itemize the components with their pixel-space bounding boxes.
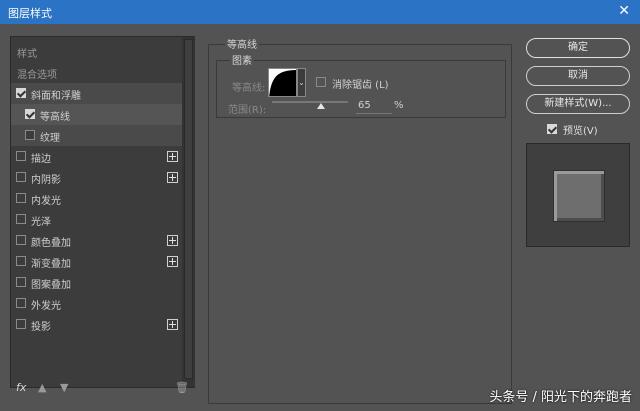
gradient-overlay-checkbox[interactable] <box>16 256 26 266</box>
title-bar: 图层样式 ✕ <box>0 0 640 24</box>
fx-icon[interactable]: fx <box>16 381 26 394</box>
sidebar-item-label: 颜色叠加 <box>31 238 71 249</box>
color-overlay-checkbox[interactable] <box>16 235 26 245</box>
trash-icon[interactable]: 🗑 <box>175 381 189 394</box>
sidebar-item-gradient-overlay[interactable]: 渐变叠加 <box>11 251 182 272</box>
sidebar-item-styles[interactable]: 样式 <box>11 41 182 62</box>
sidebar-item-label: 内发光 <box>31 196 61 207</box>
sidebar-item-contour[interactable]: 等高线 <box>11 104 182 125</box>
drop-shadow-checkbox[interactable] <box>16 319 26 329</box>
sidebar-item-label: 等高线 <box>40 112 70 123</box>
move-down-icon[interactable]: ▼ <box>60 381 68 394</box>
sidebar-item-blending-options[interactable]: 混合选项 <box>11 62 182 83</box>
sidebar-item-label: 内阴影 <box>31 175 61 186</box>
layer-style-dialog: 样式 混合选项 斜面和浮雕 等高线 纹理 描边 内阴影 内发光 光泽 颜色叠加 … <box>0 24 640 411</box>
cancel-button[interactable]: 取消 <box>526 66 630 86</box>
style-preview <box>526 143 630 247</box>
add-color-overlay-icon[interactable] <box>167 235 178 246</box>
inner-glow-checkbox[interactable] <box>16 193 26 203</box>
sidebar-item-label: 斜面和浮雕 <box>31 91 81 102</box>
sidebar-item-inner-glow[interactable]: 内发光 <box>11 188 182 209</box>
sidebar-item-label: 混合选项 <box>17 70 57 81</box>
ok-button[interactable]: 确定 <box>526 38 630 58</box>
sidebar-item-label: 投影 <box>31 322 51 333</box>
sidebar-item-label: 样式 <box>17 49 37 60</box>
sidebar-item-label: 描边 <box>31 154 51 165</box>
window-title: 图层样式 <box>8 7 52 20</box>
sidebar-item-drop-shadow[interactable]: 投影 <box>11 314 182 335</box>
scroll-thumb[interactable] <box>184 39 193 379</box>
style-list-panel: 样式 混合选项 斜面和浮雕 等高线 纹理 描边 内阴影 内发光 光泽 颜色叠加 … <box>10 36 195 388</box>
contour-dropdown-icon[interactable]: ⌄ <box>297 68 306 97</box>
range-slider-thumb[interactable] <box>317 103 326 109</box>
range-label: 范围(R): <box>228 105 267 116</box>
close-icon[interactable]: ✕ <box>618 3 630 19</box>
sidebar-item-pattern-overlay[interactable]: 图案叠加 <box>11 272 182 293</box>
sidebar-item-label: 光泽 <box>31 217 51 228</box>
inner-shadow-checkbox[interactable] <box>16 172 26 182</box>
range-slider-track[interactable] <box>272 101 348 103</box>
antialias-label: 消除锯齿 (L) <box>332 80 389 91</box>
bevel-emboss-checkbox[interactable] <box>16 88 26 98</box>
contour-checkbox[interactable] <box>25 109 35 119</box>
range-unit: % <box>394 100 404 111</box>
sidebar-item-outer-glow[interactable]: 外发光 <box>11 293 182 314</box>
pattern-overlay-checkbox[interactable] <box>16 277 26 287</box>
add-gradient-overlay-icon[interactable] <box>167 256 178 267</box>
add-drop-shadow-icon[interactable] <box>167 319 178 330</box>
texture-checkbox[interactable] <box>25 130 35 140</box>
add-inner-shadow-icon[interactable] <box>167 172 178 183</box>
list-scrollbar[interactable] <box>182 37 195 387</box>
contour-group-title: 等高线 <box>225 36 259 51</box>
move-up-icon[interactable]: ▲ <box>38 381 46 394</box>
watermark: 头条号 / 阳光下的奔跑者 <box>489 390 632 405</box>
sidebar-item-texture[interactable]: 纹理 <box>11 125 182 146</box>
new-style-button[interactable]: 新建样式(W)... <box>526 94 630 114</box>
sidebar-item-label: 渐变叠加 <box>31 259 71 270</box>
range-input[interactable]: 65 <box>356 100 392 114</box>
effects-toolbar: fx ▲ ▼ 🗑 <box>10 379 195 399</box>
antialias-checkbox[interactable] <box>316 77 326 87</box>
sidebar-item-label: 纹理 <box>40 133 60 144</box>
sidebar-item-label: 图案叠加 <box>31 280 71 291</box>
outer-glow-checkbox[interactable] <box>16 298 26 308</box>
elements-sub-title: 图素 <box>230 52 254 67</box>
add-stroke-icon[interactable] <box>167 151 178 162</box>
preview-checkbox[interactable] <box>547 124 557 134</box>
stroke-checkbox[interactable] <box>16 151 26 161</box>
sidebar-item-stroke[interactable]: 描边 <box>11 146 182 167</box>
sidebar-item-label: 外发光 <box>31 301 61 312</box>
sidebar-item-inner-shadow[interactable]: 内阴影 <box>11 167 182 188</box>
preview-label: 预览(V) <box>563 126 598 137</box>
preview-swatch <box>553 170 605 222</box>
sidebar-item-bevel-emboss[interactable]: 斜面和浮雕 <box>11 83 182 104</box>
contour-field-label: 等高线: <box>232 83 266 94</box>
sidebar-item-satin[interactable]: 光泽 <box>11 209 182 230</box>
sidebar-item-color-overlay[interactable]: 颜色叠加 <box>11 230 182 251</box>
contour-preview-icon[interactable] <box>268 68 297 97</box>
satin-checkbox[interactable] <box>16 214 26 224</box>
